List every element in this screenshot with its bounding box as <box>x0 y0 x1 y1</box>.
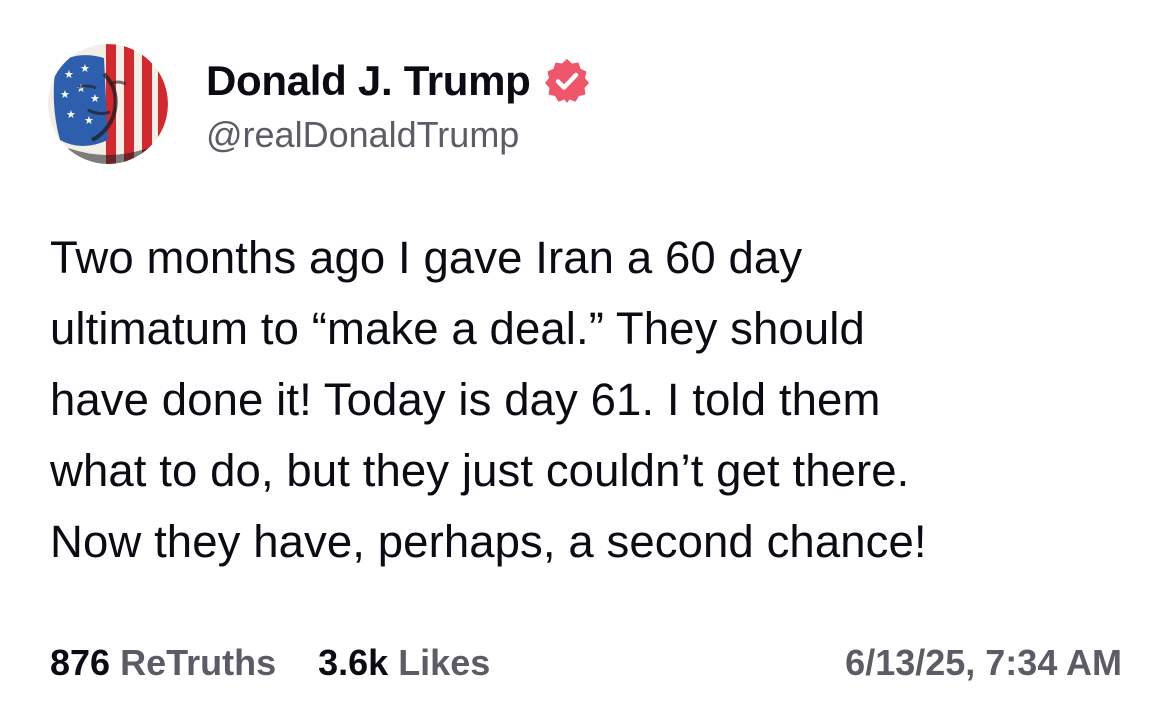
post-text-line: Two months ago I gave Iran a 60 day <box>50 232 803 283</box>
retruths-count: 876 <box>50 642 111 683</box>
author-name-row: Donald J. Trump <box>206 52 591 110</box>
likes-label: Likes <box>398 642 491 683</box>
svg-text:★: ★ <box>84 114 94 127</box>
svg-text:★: ★ <box>90 92 100 105</box>
post-footer: 876 ReTruths 3.6k Likes 6/13/25, 7:34 AM <box>50 638 1122 688</box>
svg-text:★: ★ <box>60 88 70 101</box>
svg-text:★: ★ <box>80 62 90 75</box>
post-text-line: what to do, but they just couldn’t get t… <box>50 445 910 496</box>
retruths-label: ReTruths <box>120 642 277 683</box>
post-timestamp: 6/13/25, 7:34 AM <box>845 642 1122 683</box>
avatar[interactable]: ★ ★ ★ ★ ★ ★ ★ <box>48 44 168 164</box>
verified-badge-icon <box>543 57 591 105</box>
flag-portrait-avatar-icon: ★ ★ ★ ★ ★ ★ ★ <box>48 44 168 164</box>
post-text-line: Now they have, perhaps, a second chance! <box>50 516 927 567</box>
post-text-line: ultimatum to “make a deal.” They should <box>50 303 865 354</box>
likes-stat[interactable]: 3.6k Likes <box>318 642 490 684</box>
author-handle[interactable]: @realDonaldTrump <box>206 114 591 156</box>
svg-text:★: ★ <box>64 68 74 81</box>
author-display-name[interactable]: Donald J. Trump <box>206 57 531 105</box>
likes-count: 3.6k <box>318 642 389 683</box>
author-identity: Donald J. Trump @realDonaldTrump <box>206 52 591 156</box>
truth-post: ★ ★ ★ ★ ★ ★ ★ Donald J. Trump @realDonal… <box>0 0 1170 721</box>
retruths-stat[interactable]: 876 ReTruths <box>50 642 276 684</box>
post-text: Two months ago I gave Iran a 60 day ulti… <box>50 222 1130 577</box>
post-text-line: have done it! Today is day 61. I told th… <box>50 374 881 425</box>
post-header: ★ ★ ★ ★ ★ ★ ★ Donald J. Trump @realDonal… <box>48 42 591 166</box>
svg-text:★: ★ <box>66 108 76 121</box>
